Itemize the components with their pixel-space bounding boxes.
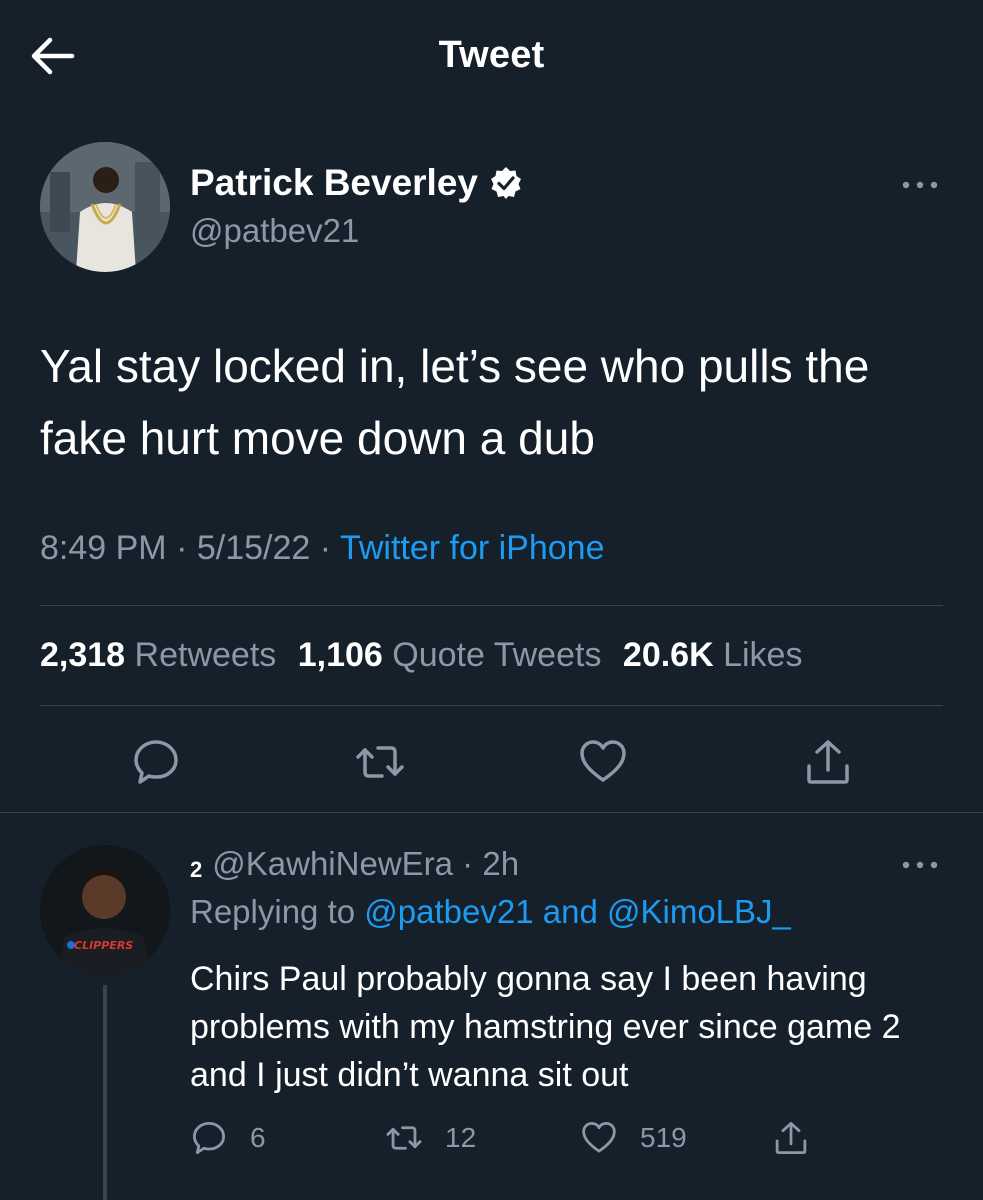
- author-avatar[interactable]: [40, 142, 170, 272]
- page-title: Tweet: [438, 34, 545, 76]
- tweet-meta: 8:49 PM · 5/15/22 · Twitter for iPhone: [40, 529, 605, 568]
- retweets-label: Retweets: [134, 636, 277, 674]
- avatar-photo: [40, 142, 170, 272]
- likes-count: 20.6K: [622, 636, 714, 674]
- heart-icon: [582, 1121, 616, 1153]
- author-handle[interactable]: @patbev21: [190, 212, 359, 250]
- likes-stat[interactable]: 20.6K Likes: [623, 636, 803, 675]
- tweet-date[interactable]: 5/15/22: [197, 529, 310, 567]
- reply-share-button[interactable]: [772, 1118, 832, 1158]
- share-icon: [807, 740, 849, 784]
- more-horizontal-icon: [902, 181, 938, 189]
- mention-link[interactable]: @patbev21: [364, 893, 533, 930]
- likes-label: Likes: [723, 636, 803, 674]
- meta-separator: ·: [319, 529, 332, 567]
- comment-icon: [134, 740, 178, 784]
- reply-text: Chirs Paul probably gonna say I been hav…: [190, 960, 901, 1094]
- meta-separator: ·: [176, 529, 188, 567]
- reply-author-handle[interactable]: @KawhiNewEra: [212, 845, 453, 882]
- author-name[interactable]: Patrick Beverley: [190, 162, 478, 204]
- comment-icon: [192, 1121, 226, 1155]
- retweets-stat[interactable]: 2,318 Retweets: [40, 636, 276, 675]
- quote-tweets-stat[interactable]: 1,106 Quote Tweets: [298, 636, 602, 675]
- thread-line: [103, 985, 107, 1200]
- share-icon: [775, 1121, 807, 1155]
- retweets-count: 2,318: [40, 636, 126, 674]
- tweet-text: Yal stay locked in, let’s see who pulls …: [40, 340, 870, 464]
- reply-retweets-count: 12: [445, 1122, 477, 1153]
- reply-time[interactable]: 2h: [482, 845, 519, 882]
- reply-like-button[interactable]: 519: [580, 1118, 687, 1158]
- tweet-time[interactable]: 8:49 PM: [40, 529, 167, 567]
- tweet-source-link[interactable]: Twitter for iPhone: [340, 529, 605, 567]
- retweet-icon: [386, 1126, 422, 1150]
- replying-to: Replying to @patbev21 and @KimoLBJ_: [190, 893, 791, 931]
- mention-link[interactable]: @KimoLBJ_: [607, 893, 791, 930]
- quote-tweets-label: Quote Tweets: [392, 636, 602, 674]
- avatar-photo: CLIPPERS: [40, 845, 170, 975]
- share-button[interactable]: [802, 736, 854, 788]
- reply-retweet-button[interactable]: 12: [385, 1118, 476, 1158]
- reply-replies-count: 6: [250, 1122, 266, 1153]
- reply-header: 2 @KawhiNewEra · 2h: [190, 845, 519, 883]
- more-options-button[interactable]: [900, 170, 940, 200]
- reply-likes-count: 519: [640, 1122, 687, 1153]
- retweet-button[interactable]: [354, 736, 406, 788]
- divider: [0, 812, 983, 813]
- divider: [40, 705, 943, 706]
- meta-separator: ·: [462, 845, 474, 882]
- retweet-icon: [356, 746, 404, 778]
- shirt-text: CLIPPERS: [74, 939, 133, 952]
- divider: [40, 605, 943, 606]
- reply-more-options-button[interactable]: [900, 850, 940, 880]
- like-button[interactable]: [577, 736, 629, 788]
- heart-icon: [580, 740, 626, 782]
- reply-author-name[interactable]: 2: [190, 857, 202, 882]
- verified-badge-icon: [488, 165, 524, 201]
- reply-button[interactable]: [130, 736, 182, 788]
- reply-author-avatar[interactable]: CLIPPERS: [40, 845, 170, 975]
- replying-prefix: Replying to: [190, 893, 356, 930]
- replying-and[interactable]: and: [543, 893, 598, 930]
- quote-tweets-count: 1,106: [297, 636, 383, 674]
- tweet-stats: 2,318 Retweets 1,106 Quote Tweets 20.6K …: [40, 636, 814, 675]
- reply-reply-button[interactable]: 6: [190, 1118, 266, 1158]
- more-horizontal-icon: [902, 861, 938, 869]
